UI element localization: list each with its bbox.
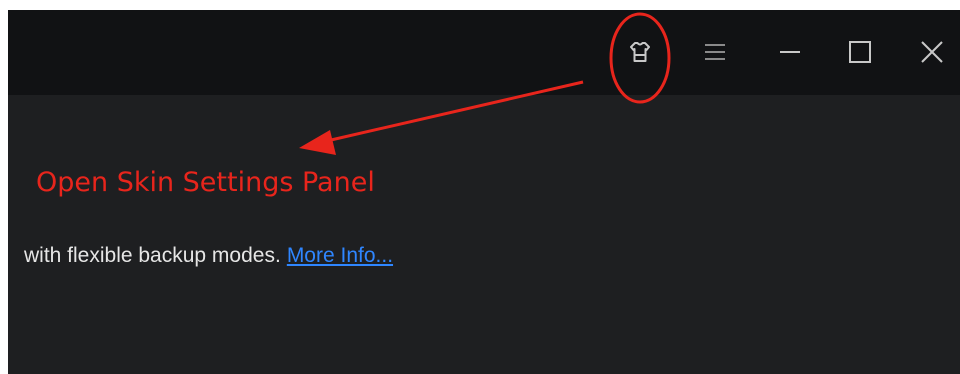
close-icon (921, 41, 943, 63)
description-text: with flexible backup modes. (24, 244, 281, 267)
close-button[interactable] (912, 32, 952, 72)
shirt-icon (630, 42, 650, 62)
annotation-label: Open Skin Settings Panel (36, 167, 375, 198)
minimize-icon (780, 51, 800, 53)
hamburger-menu-icon (705, 44, 725, 60)
skin-settings-button[interactable] (620, 32, 660, 72)
maximize-icon (849, 41, 871, 63)
menu-button[interactable] (695, 32, 735, 72)
minimize-button[interactable] (770, 32, 810, 72)
title-bar (8, 10, 960, 95)
more-info-link[interactable]: More Info... (287, 244, 393, 267)
description-line: with flexible backup modes. More Info... (24, 244, 393, 268)
maximize-button[interactable] (840, 32, 880, 72)
